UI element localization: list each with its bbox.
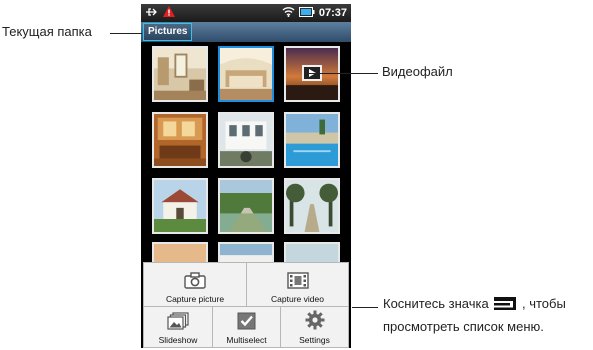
callout-menu-hint-line2: просмотреть список меню. (383, 319, 544, 334)
settings-label: Settings (299, 335, 330, 345)
usb-icon (145, 4, 159, 22)
leader-current-folder (110, 33, 142, 34)
thumbnail-trees-path[interactable] (284, 178, 340, 234)
capture-picture-label: Capture picture (165, 294, 225, 304)
callout-video-file: Видеофайл (382, 64, 453, 79)
video-camera-icon (286, 272, 309, 291)
thumbnail-pool[interactable] (284, 112, 340, 168)
warning-icon (163, 4, 175, 22)
slideshow-label: Slideshow (158, 335, 198, 345)
slideshow-button[interactable]: Slideshow (144, 307, 212, 347)
capture-video-button[interactable]: Capture video (247, 263, 348, 306)
multiselect-button[interactable]: Multiselect (213, 307, 280, 347)
callout-menu-hint-line1: Коснитесь значка , чтобы (383, 296, 566, 313)
thumbnail-villa[interactable] (152, 178, 208, 234)
leader-menu-hint (352, 307, 378, 308)
current-folder-label[interactable]: Pictures (143, 23, 193, 41)
leader-video-file (304, 73, 378, 74)
options-menu: Capture picture Capture video Slideshow … (143, 262, 349, 348)
thumbnail-interior-room[interactable] (152, 46, 208, 102)
folder-bar: Pictures (141, 22, 351, 42)
battery-icon (298, 4, 315, 22)
status-bar: 07:37 (141, 4, 351, 22)
thumbnail-bedroom-interior[interactable] (218, 46, 274, 102)
settings-button[interactable]: Settings (281, 307, 348, 347)
capture-picture-button[interactable]: Capture picture (144, 263, 246, 306)
wifi-icon (282, 4, 295, 22)
camera-icon (184, 272, 206, 291)
slideshow-icon (167, 312, 189, 332)
thumbnail-white-house[interactable] (218, 112, 274, 168)
multiselect-label: Multiselect (226, 335, 267, 345)
menu-hint-before: Коснитесь значка (383, 296, 489, 311)
thumbnail-living-room[interactable] (152, 112, 208, 168)
menu-hint-after: , чтобы (521, 296, 566, 311)
thumbnail-grid (141, 42, 351, 267)
phone-screen: 07:37 Pictures Capture picture Capture v… (141, 4, 351, 348)
checkbox-icon (237, 312, 257, 332)
menu-key-icon (494, 296, 517, 313)
status-clock: 07:37 (318, 7, 347, 19)
callout-current-folder: Текущая папка (2, 24, 92, 39)
capture-video-label: Capture video (271, 294, 324, 304)
thumbnail-garden-path[interactable] (218, 178, 274, 234)
thumbnail-sunset-video[interactable] (284, 46, 340, 102)
gear-icon (305, 310, 325, 332)
